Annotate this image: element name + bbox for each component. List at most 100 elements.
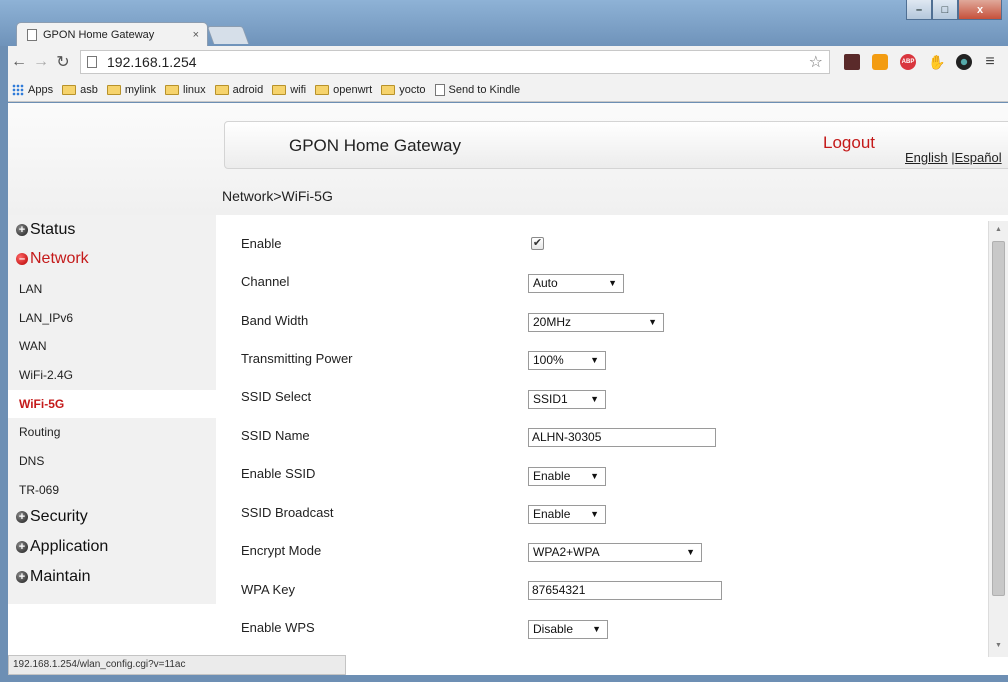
encrypt-mode-select[interactable]: WPA2+WPA ▼ [528, 543, 702, 562]
content-scrollbar[interactable]: ▲ ▼ [988, 221, 1008, 657]
dropdown-arrow-icon: ▼ [590, 509, 599, 519]
bookmark-folder[interactable]: linux [165, 84, 206, 96]
page-icon [87, 56, 97, 68]
english-link[interactable]: English [905, 150, 948, 165]
scroll-down-icon[interactable]: ▼ [995, 642, 1002, 649]
bookmark-apps[interactable]: Apps [12, 83, 54, 96]
expand-icon: + [16, 541, 28, 553]
enable-wps-select[interactable]: Disable ▼ [528, 620, 608, 639]
channel-select[interactable]: Auto ▼ [528, 274, 624, 293]
sidebar-category-application[interactable]: + Application [16, 538, 108, 556]
sidebar-item-routing[interactable]: Routing [8, 418, 216, 446]
enable-ssid-value: Enable [533, 469, 571, 483]
maximize-button[interactable]: □ [932, 0, 958, 20]
sidebar: + Status – Network LAN LAN_IPv6 WAN WiFi… [8, 215, 216, 604]
collapse-icon: – [16, 253, 28, 265]
category-label: Application [30, 538, 109, 555]
breadcrumb: Network>WiFi-5G [222, 188, 333, 204]
sidebar-item-lan[interactable]: LAN [8, 275, 216, 303]
sidebar-category-network[interactable]: – Network [16, 250, 89, 268]
bookmark-folder[interactable]: mylink [106, 83, 156, 96]
tab-title: GPON Home Gateway [43, 28, 155, 41]
extension-icon[interactable] [844, 54, 860, 70]
bookmark-folder[interactable]: asb [62, 84, 98, 96]
enable-checkbox[interactable]: ✔ [531, 237, 544, 250]
enable-wps-value: Disable [533, 622, 574, 636]
band-width-value: 20MHz [533, 315, 572, 329]
dropdown-arrow-icon: ▼ [686, 547, 695, 557]
band-width-select[interactable]: 20MHz ▼ [528, 313, 664, 332]
ssid-select-value: SSID1 [533, 392, 568, 406]
sidebar-category-security[interactable]: + Security [16, 508, 88, 526]
sidebar-item-wifi-2-4g[interactable]: WiFi-2.4G [8, 361, 216, 389]
bookmark-folder[interactable]: yocto [381, 83, 426, 96]
bookmark-folder[interactable]: wifi [272, 84, 306, 96]
lang-separator: | [947, 150, 955, 165]
menu-icon[interactable]: ≡ [978, 53, 1002, 71]
address-bar[interactable]: 192.168.1.254 ☆ [80, 50, 830, 74]
page-header: GPON Home Gateway Logout English |Españo… [224, 121, 1008, 169]
url-text[interactable]: 192.168.1.254 [107, 54, 809, 70]
dropdown-arrow-icon: ▼ [592, 624, 601, 634]
page-title: GPON Home Gateway [289, 136, 461, 155]
enable-ssid-select[interactable]: Enable ▼ [528, 467, 606, 486]
back-icon[interactable]: ← [8, 53, 30, 71]
bookmark-label: wifi [290, 83, 307, 96]
dropdown-arrow-icon: ▼ [590, 394, 599, 404]
scroll-up-icon[interactable]: ▲ [995, 226, 1002, 233]
logout-link[interactable]: Logout [823, 133, 875, 153]
page-icon [434, 83, 445, 96]
minimize-button[interactable]: – [906, 0, 932, 20]
sidebar-item-dns[interactable]: DNS [8, 447, 216, 475]
wpa-key-label: WPA Key [241, 582, 295, 597]
sidebar-item-lan-ipv6[interactable]: LAN_IPv6 [8, 304, 216, 332]
close-window-button[interactable]: x [958, 0, 1002, 20]
ssid-select-dropdown[interactable]: SSID1 ▼ [528, 390, 606, 409]
new-tab-button[interactable] [206, 26, 250, 44]
wpa-key-input[interactable]: 87654321 [528, 581, 722, 600]
category-label: Maintain [30, 568, 91, 585]
spanish-link[interactable]: Español [955, 150, 1002, 165]
apps-icon [12, 83, 24, 96]
bookmark-label: Apps [28, 83, 54, 96]
extension-icon[interactable] [956, 54, 972, 70]
bookmark-label: yocto [399, 83, 426, 96]
ssid-broadcast-value: Enable [533, 507, 571, 521]
transmitting-power-value: 100% [533, 353, 564, 367]
band-width-label: Band Width [241, 313, 309, 328]
rss-icon[interactable] [872, 54, 888, 70]
wifi-5g-form: Enable ✔ Channel Auto ▼ Band Width 20MHz ▼… [224, 221, 984, 675]
sidebar-category-maintain[interactable]: + Maintain [16, 568, 90, 586]
folder-icon [165, 84, 179, 95]
window-controls: – □ x [906, 0, 1002, 20]
window-titlebar: GPON Home Gateway × – □ x [0, 0, 1008, 46]
channel-label: Channel [241, 274, 290, 289]
bookmark-send-to-kindle[interactable]: Send to Kindle [434, 83, 521, 96]
adblock-icon[interactable]: ABP [900, 54, 916, 70]
reload-icon[interactable]: ↻ [52, 52, 74, 72]
forward-icon[interactable]: → [30, 53, 52, 71]
ssid-broadcast-select[interactable]: Enable ▼ [528, 505, 606, 524]
bookmark-label: mylink [124, 83, 156, 96]
web-page: GPON Home Gateway Logout English |Españo… [8, 103, 1008, 675]
bookmark-folder[interactable]: openwrt [315, 84, 372, 96]
sidebar-category-status[interactable]: + Status [16, 221, 75, 239]
folder-icon [214, 84, 229, 95]
enable-label: Enable [241, 236, 282, 251]
category-label: Network [30, 250, 89, 267]
bookmark-label: linux [183, 83, 206, 96]
sidebar-item-wan[interactable]: WAN [8, 332, 216, 360]
transmitting-power-select[interactable]: 100% ▼ [528, 351, 606, 370]
bookmark-folder[interactable]: adroid [214, 84, 263, 96]
ssid-name-input[interactable]: ALHN-30305 [528, 428, 716, 447]
bookmark-label: Send to Kindle [448, 83, 521, 96]
extension-icon[interactable]: ✋ [928, 54, 945, 70]
browser-toolbar: ← → ↻ 192.168.1.254 ☆ ABP ✋ ≡ [8, 46, 1008, 78]
browser-tab[interactable]: GPON Home Gateway × [16, 22, 208, 46]
scrollbar-thumb[interactable] [992, 241, 1005, 596]
sidebar-item-tr-069[interactable]: TR-069 [8, 476, 216, 504]
encrypt-mode-value: WPA2+WPA [533, 545, 600, 559]
sidebar-item-wifi-5g[interactable]: WiFi-5G [8, 390, 216, 418]
tab-close-icon[interactable]: × [193, 29, 199, 41]
star-icon[interactable]: ☆ [809, 52, 823, 72]
